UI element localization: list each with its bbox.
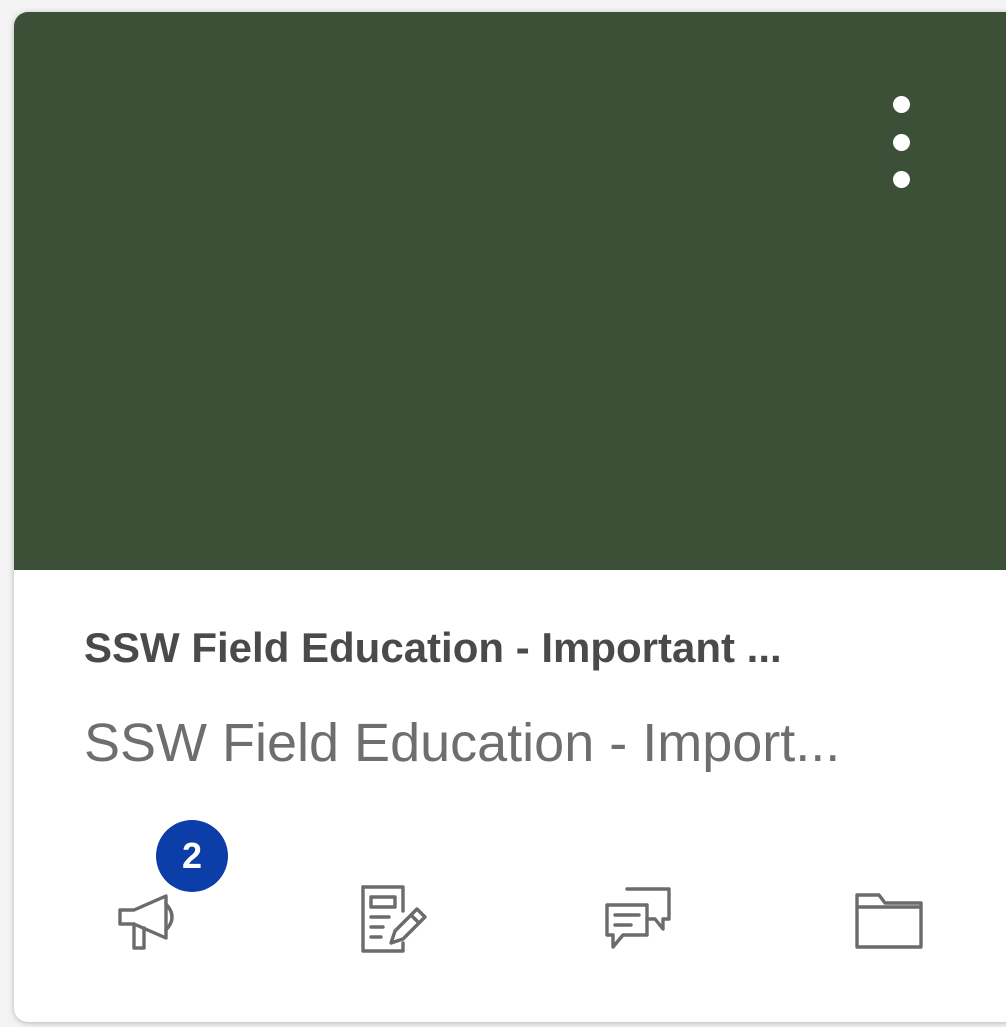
announcements-badge: 2 bbox=[156, 820, 228, 892]
folder-icon bbox=[855, 893, 923, 949]
files-button[interactable] bbox=[844, 874, 934, 964]
assignment-edit-icon bbox=[361, 885, 427, 953]
assignments-button[interactable] bbox=[348, 874, 438, 964]
discussions-button[interactable] bbox=[594, 874, 684, 964]
megaphone-icon bbox=[118, 894, 174, 950]
course-card-hero[interactable] bbox=[14, 12, 1006, 570]
kebab-menu-icon[interactable] bbox=[884, 92, 918, 192]
course-card[interactable]: SSW Field Education - Important ... SSW … bbox=[14, 12, 1006, 1022]
course-subtitle: SSW Field Education - Import... bbox=[84, 713, 841, 773]
course-title[interactable]: SSW Field Education - Important ... bbox=[84, 624, 934, 672]
discussion-icon bbox=[605, 887, 671, 949]
